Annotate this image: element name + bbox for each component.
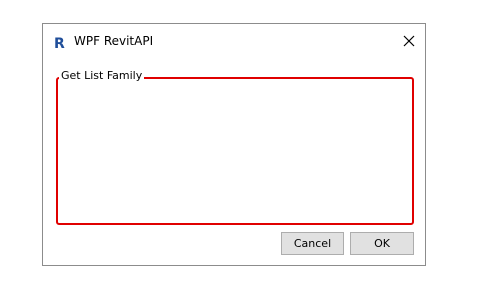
svg-text:R: R (54, 36, 65, 50)
revit-r-icon: R (53, 35, 68, 52)
cancel-button[interactable]: Cancel (281, 232, 344, 255)
dialog-window: R WPF RevitAPI Get List Family Cancel OK (42, 23, 426, 266)
family-list-groupbox (56, 77, 414, 225)
close-icon[interactable] (399, 31, 419, 51)
window-title: WPF RevitAPI (74, 34, 154, 48)
groupbox-legend: Get List Family (59, 69, 145, 83)
title-bar[interactable]: R WPF RevitAPI (43, 24, 425, 58)
ok-button[interactable]: OK (350, 232, 414, 255)
